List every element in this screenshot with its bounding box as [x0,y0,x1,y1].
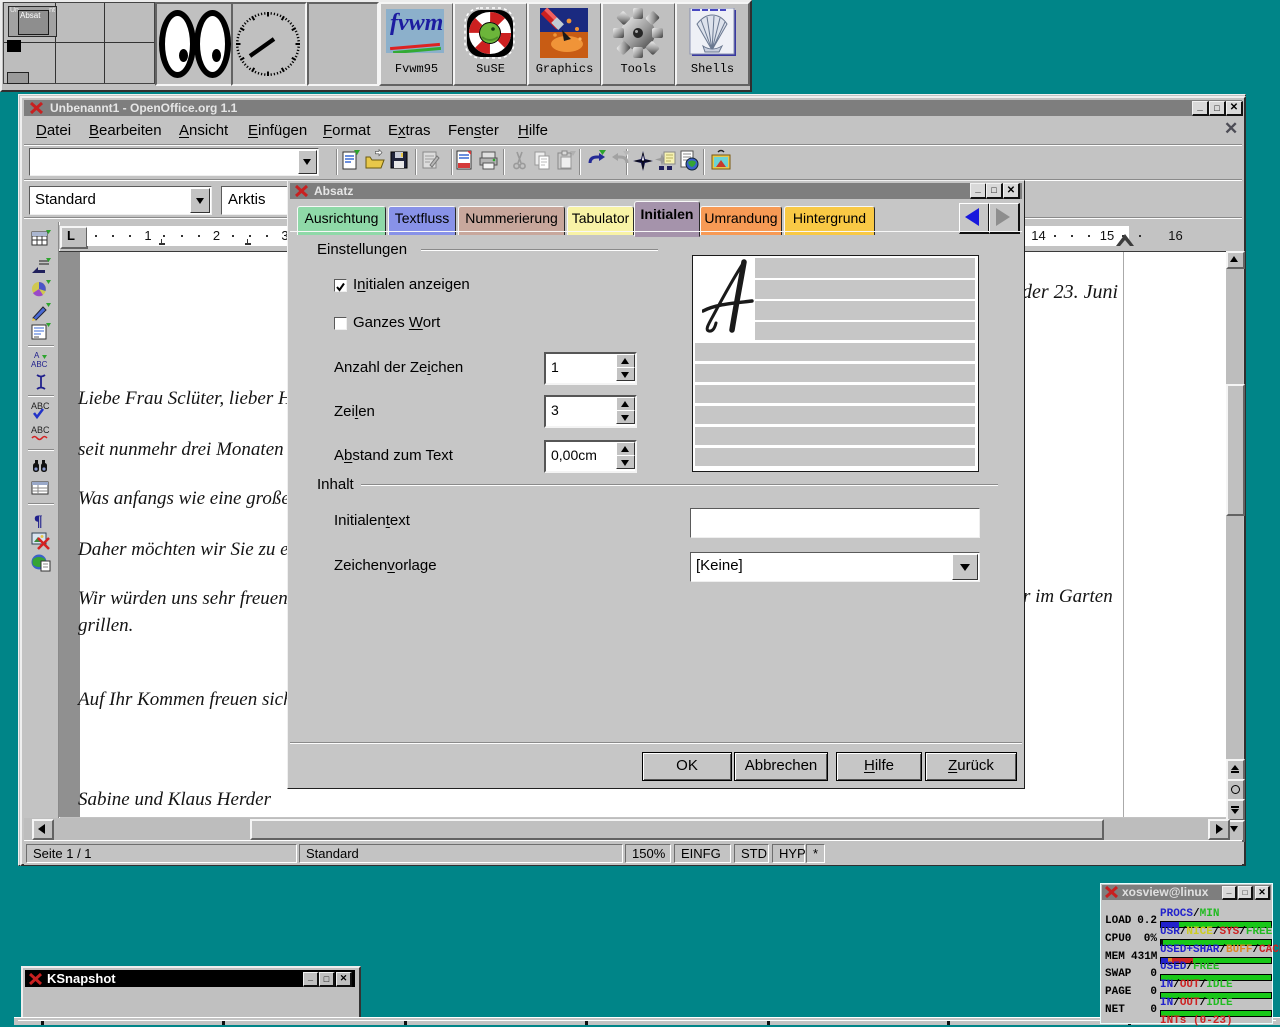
svg-text:ABC: ABC [31,401,50,411]
svg-text:ABC: ABC [31,360,48,369]
svg-text:¶: ¶ [34,513,43,530]
svg-text:A: A [34,351,40,360]
svg-text:ABC: ABC [31,425,50,435]
